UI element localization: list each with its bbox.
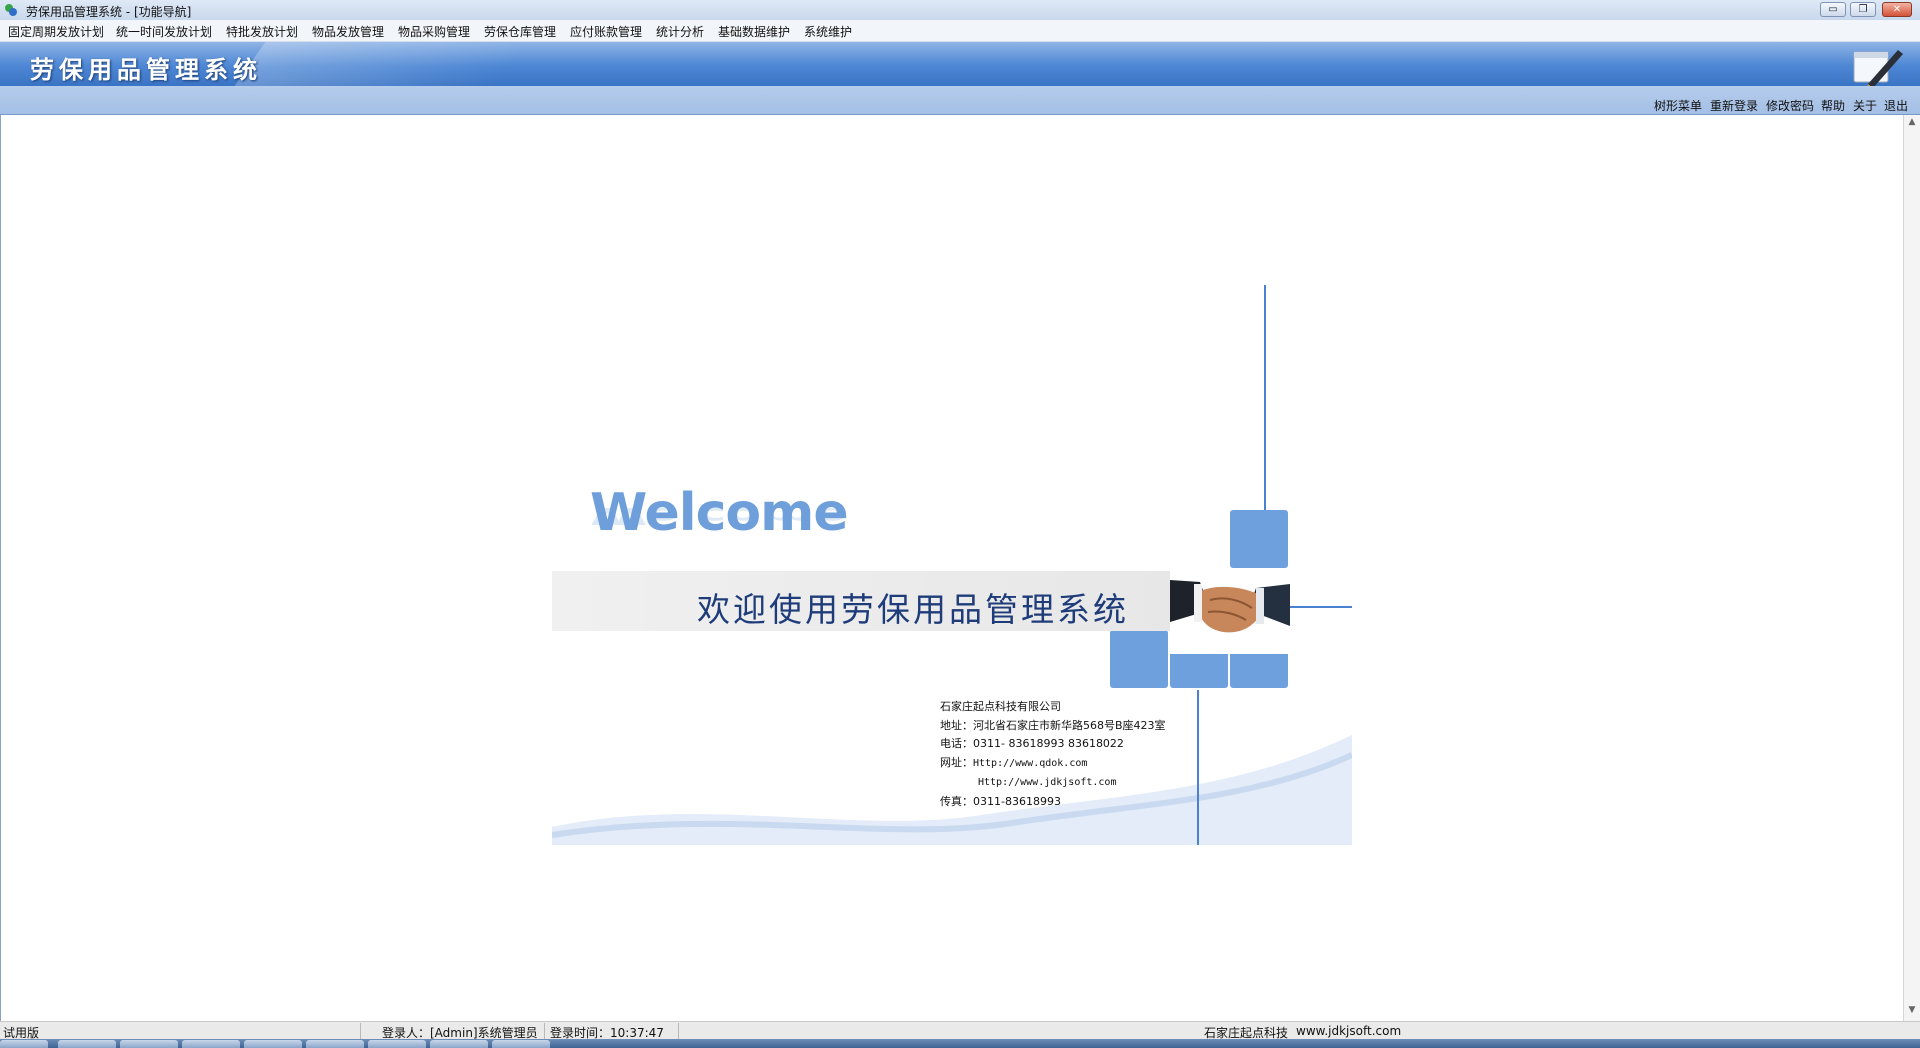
company-web-label: 网址： [940,755,973,769]
accent-line-right [1290,606,1352,608]
menu-item-issue-management[interactable]: 物品发放管理 [312,23,384,40]
tree-menu-link[interactable]: 树形菜单 [1654,97,1702,114]
accent-line-top [1264,285,1266,510]
status-bar: 试用版 登录人：[Admin]系统管理员 登录时间：10:37:47 石家庄起点… [0,1021,1920,1040]
taskbar-button[interactable] [306,1040,364,1048]
help-link[interactable]: 帮助 [1821,97,1845,114]
menu-basic-data[interactable]: 基础数据维护 [718,23,790,40]
start-button[interactable] [0,1040,48,1048]
greeting-text: 欢迎使用劳保用品管理系统 [697,590,1129,629]
pen-notepad-icon [1853,50,1903,86]
menu-statistics[interactable]: 统计分析 [656,23,704,40]
status-separator [360,1023,361,1039]
status-separator [678,1023,679,1039]
menu-special-approval-plan[interactable]: 特批发放计划 [226,23,298,40]
top-toolbar: 树形菜单 重新登录 修改密码 帮助 关于 退出 [0,86,1920,115]
taskbar-button[interactable] [58,1040,116,1048]
taskbar-button[interactable] [368,1040,426,1048]
company-web-row-2: Http://www.jdkjsoft.com [940,773,1166,793]
banner-title: 劳保用品管理系统 [30,55,262,84]
company-info: 石家庄起点科技有限公司 地址：河北省石家庄市新华路568号B座423室 电话：0… [940,698,1166,811]
company-phone: 电话：0311- 83618993 83618022 [940,737,1124,750]
company-web-row: 网址：Http://www.qdok.com [940,754,1166,774]
accent-line-bottom [1197,690,1199,845]
company-name: 石家庄起点科技有限公司 [940,700,1061,713]
decor-tile [1230,510,1288,568]
vertical-scrollbar[interactable]: ▲ ▼ [1903,115,1920,1021]
taskbar-button[interactable] [244,1040,302,1048]
menu-accounts-payable[interactable]: 应付账款管理 [570,23,642,40]
minimize-button[interactable]: ▭ [1820,2,1846,17]
taskbar-button[interactable] [120,1040,178,1048]
taskbar-button[interactable] [492,1040,550,1048]
about-link[interactable]: 关于 [1853,97,1877,114]
scroll-down-icon[interactable]: ▼ [1907,1005,1917,1015]
menu-purchase-management[interactable]: 物品采购管理 [398,23,470,40]
company-address: 地址：河北省石家庄市新华路568号B座423室 [940,718,1166,732]
banner-decoration [234,42,526,86]
taskbar-button[interactable] [430,1040,488,1048]
company-web-2[interactable]: Http://www.jdkjsoft.com [978,777,1116,788]
restore-button[interactable]: ❐ [1850,2,1876,17]
exit-link[interactable]: 退出 [1884,97,1908,114]
company-web-1[interactable]: Http://www.qdok.com [973,758,1087,769]
status-vendor-url[interactable]: www.jdkjsoft.com [1296,1024,1401,1038]
welcome-heading-reflection: Welcome [590,502,848,529]
decor-tile [1110,630,1168,688]
os-taskbar [0,1039,1920,1048]
close-button[interactable]: ✕ [1882,2,1912,17]
menu-fixed-cycle-plan[interactable]: 固定周期发放计划 [8,23,104,40]
app-banner: 劳保用品管理系统 [0,42,1920,86]
status-separator [544,1023,545,1039]
change-password-link[interactable]: 修改密码 [1766,97,1814,114]
scroll-up-icon[interactable]: ▲ [1907,117,1917,127]
relogin-link[interactable]: 重新登录 [1710,97,1758,114]
menu-bar: 固定周期发放计划 统一时间发放计划 特批发放计划 物品发放管理 物品采购管理 劳… [0,20,1920,42]
menu-unified-time-plan[interactable]: 统一时间发放计划 [116,23,212,40]
company-fax: 传真：0311-83618993 [940,794,1061,808]
app-icon [5,4,17,16]
menu-warehouse-management[interactable]: 劳保仓库管理 [484,23,556,40]
menu-system-maintenance[interactable]: 系统维护 [804,23,852,40]
window-titlebar: 劳保用品管理系统 - [功能导航] ▭ ❐ ✕ [0,0,1920,21]
handshake-image [1170,570,1290,654]
welcome-panel: Welcome Welcome 欢迎使用劳保用品管理系统 石家庄起点科技有限公司… [552,285,1352,845]
window-title: 劳保用品管理系统 - [功能导航] [26,5,192,19]
taskbar-button[interactable] [182,1040,240,1048]
